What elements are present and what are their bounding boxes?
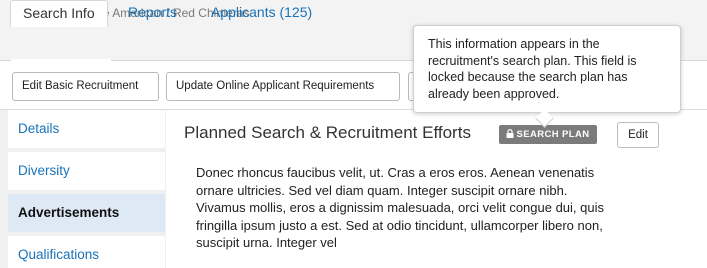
section-body-text: Donec rhoncus faucibus velit, ut. Cras a…: [196, 165, 605, 251]
sidebar: Details Diversity Advertisements Qualifi…: [0, 110, 166, 268]
sidebar-item-advertisements[interactable]: Advertisements: [8, 194, 165, 232]
tab-reports[interactable]: Reports: [128, 0, 177, 27]
edit-basic-recruitment-button[interactable]: Edit Basic Recruitment: [12, 72, 159, 101]
tab-search-info[interactable]: Search Info: [10, 0, 108, 27]
lock-icon: [506, 129, 514, 138]
section-title: Planned Search & Recruitment Efforts: [184, 123, 471, 142]
edit-button[interactable]: Edit: [617, 122, 659, 148]
sidebar-item-diversity[interactable]: Diversity: [8, 152, 165, 190]
update-online-requirements-button[interactable]: Update Online Applicant Requirements: [166, 72, 400, 101]
sidebar-item-details[interactable]: Details: [8, 110, 165, 148]
search-plan-badge[interactable]: SEARCH PLAN: [499, 125, 597, 144]
locked-field-tooltip: This information appears in the recruitm…: [413, 25, 681, 113]
search-plan-badge-label: SEARCH PLAN: [516, 129, 590, 140]
tab-applicants[interactable]: Applicants (125): [211, 0, 312, 27]
sidebar-item-qualifications[interactable]: Qualifications: [8, 236, 165, 268]
